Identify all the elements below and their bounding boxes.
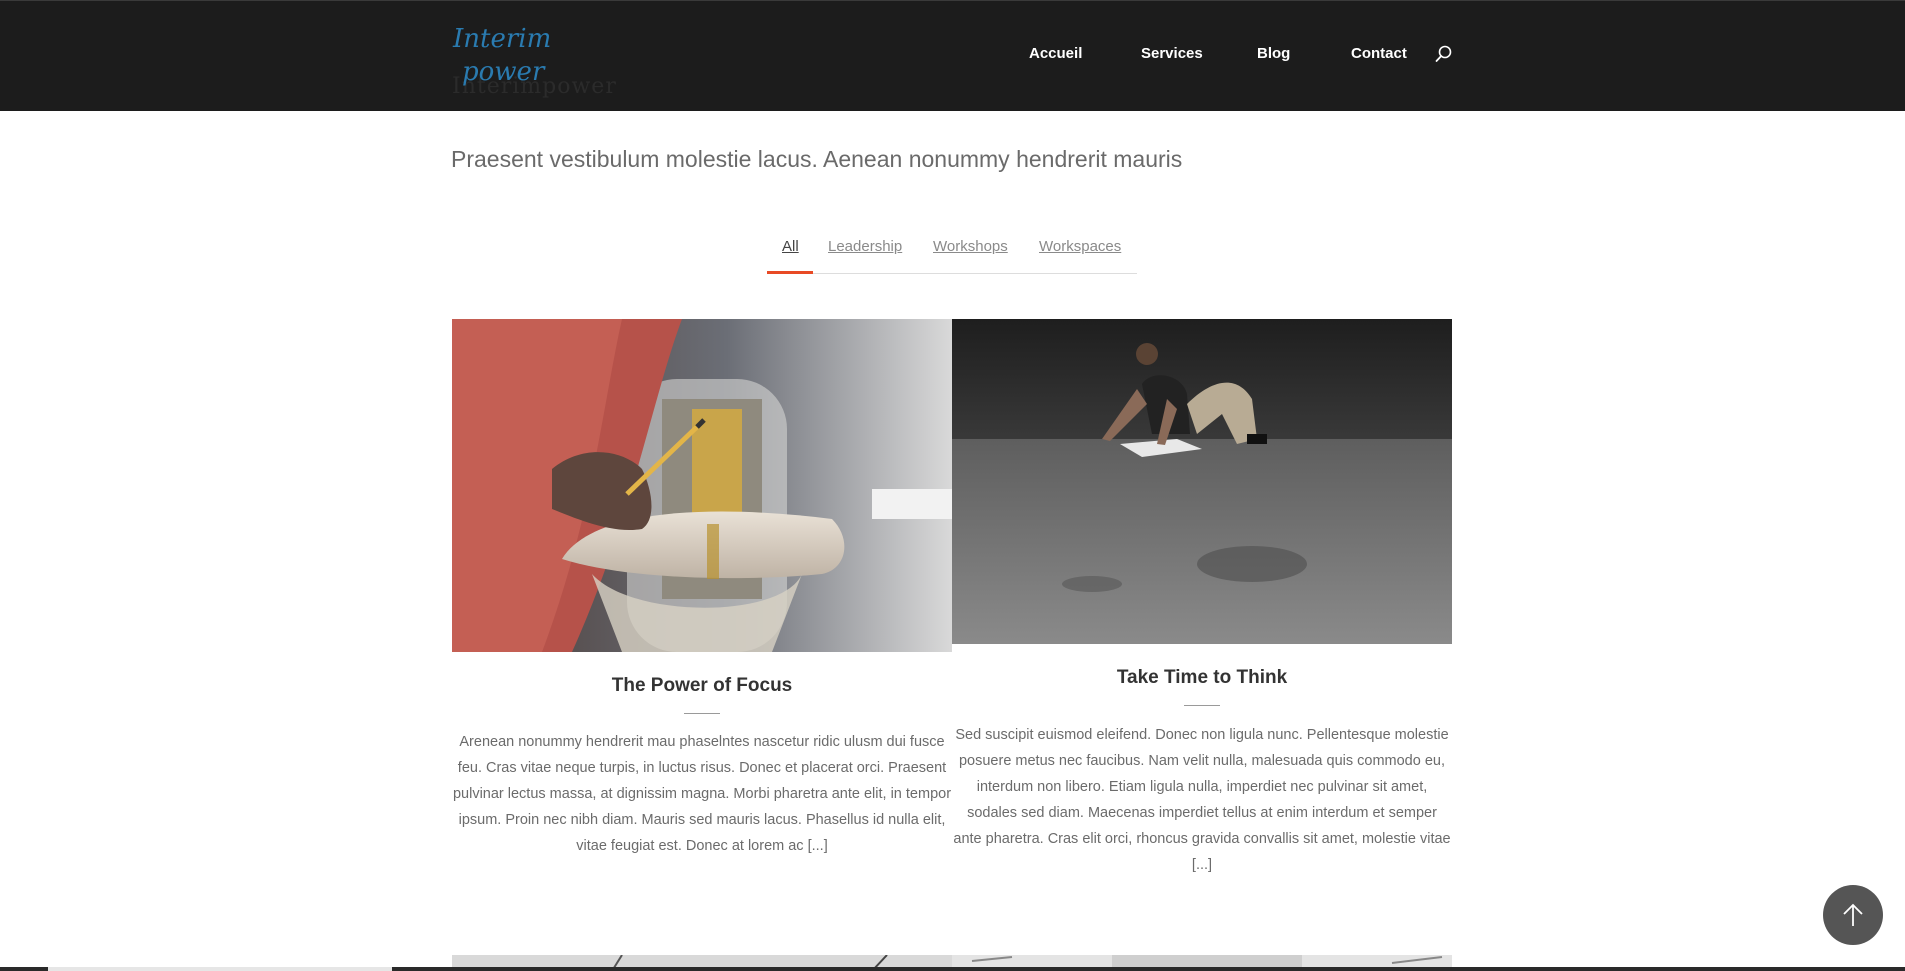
post-title-take-time-to-think[interactable]: Take Time to Think xyxy=(952,667,1452,689)
nav-services[interactable]: Services xyxy=(1141,45,1203,62)
search-icon[interactable] xyxy=(1435,45,1453,63)
filter-workshops[interactable]: Workshops xyxy=(933,238,1008,255)
nav-accueil[interactable]: Accueil xyxy=(1029,45,1082,62)
site-logo[interactable]: Interim power xyxy=(453,23,573,89)
post-image-power-of-focus[interactable] xyxy=(452,319,952,652)
post-title-separator xyxy=(684,713,720,714)
back-to-top-button[interactable] xyxy=(1823,885,1883,945)
arrow-up-icon xyxy=(1843,903,1863,926)
active-filter-indicator xyxy=(767,271,813,274)
post-image-take-time-to-think[interactable] xyxy=(952,319,1452,644)
filter-leadership[interactable]: Leadership xyxy=(828,238,902,255)
post-excerpt-take-time-to-think: Sed suscipit euismod eleifend. Donec non… xyxy=(953,727,1451,873)
site-header: Interimpower Interim power Accueil Servi… xyxy=(0,0,1905,111)
portfolio-filters: All Leadership Workshops Workspaces xyxy=(767,230,1137,274)
logo-line-1: Interim xyxy=(453,24,552,54)
nav-blog[interactable]: Blog xyxy=(1257,45,1290,62)
filter-all[interactable]: All xyxy=(782,238,799,255)
nav-contact[interactable]: Contact xyxy=(1351,45,1407,62)
bottom-scroll-bar xyxy=(0,967,1905,971)
post-title-power-of-focus[interactable]: The Power of Focus xyxy=(452,675,952,697)
post-excerpt-power-of-focus: Arenean nonummy hendrerit mau phaselntes… xyxy=(452,734,952,854)
section-subtitle: Praesent vestibulum molestie lacus. Aene… xyxy=(451,146,1183,172)
post-title-separator xyxy=(1184,705,1220,706)
logo-line-2: power xyxy=(462,57,545,87)
bottom-bar-segment xyxy=(48,967,392,971)
filter-workspaces[interactable]: Workspaces xyxy=(1039,238,1121,255)
